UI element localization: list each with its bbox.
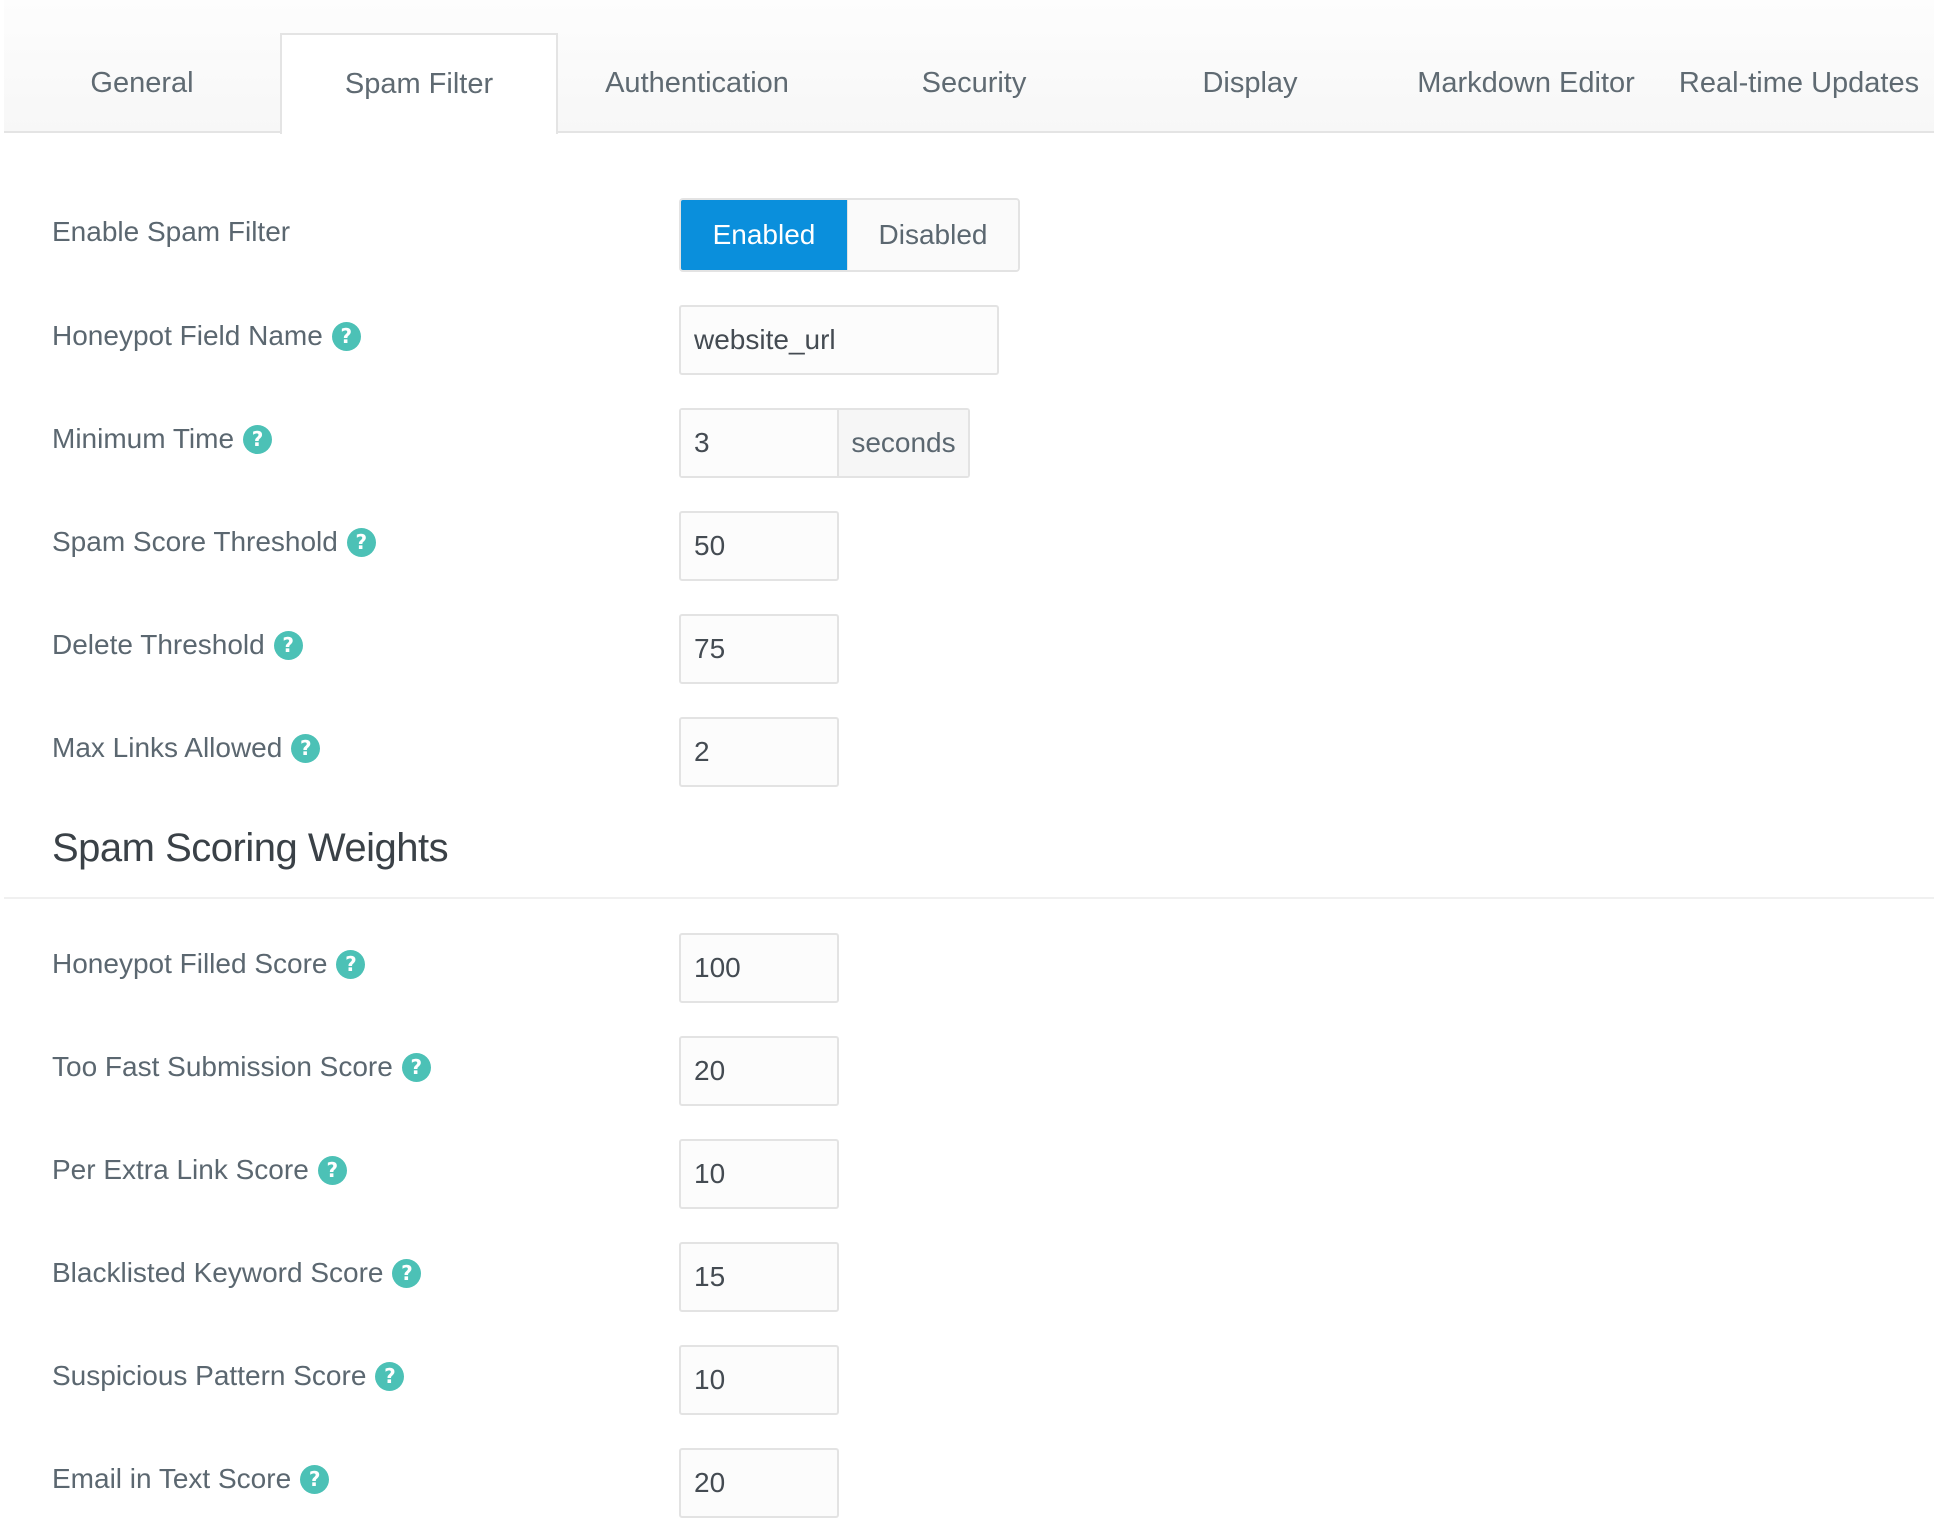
help-icon[interactable]: ? bbox=[273, 630, 303, 660]
tab-security[interactable]: Security bbox=[836, 34, 1112, 133]
tab-general[interactable]: General bbox=[4, 34, 280, 133]
extra-link-input[interactable]: 10 bbox=[679, 1139, 839, 1209]
settings-page: General Spam Filter Authentication Secur… bbox=[0, 0, 1938, 1532]
suspicious-pattern-input[interactable]: 10 bbox=[679, 1345, 839, 1415]
delete-threshold-label: Delete Threshold ? bbox=[52, 625, 303, 665]
max-links-input[interactable]: 2 bbox=[679, 717, 839, 787]
suspicious-pattern-label: Suspicious Pattern Score ? bbox=[52, 1356, 405, 1396]
extra-link-label: Per Extra Link Score ? bbox=[52, 1150, 347, 1190]
help-icon[interactable]: ? bbox=[336, 949, 366, 979]
delete-threshold-input[interactable]: 75 bbox=[679, 614, 839, 684]
honeypot-filled-input[interactable]: 100 bbox=[679, 933, 839, 1003]
spam-threshold-text: Spam Score Threshold bbox=[52, 526, 338, 557]
too-fast-label: Too Fast Submission Score ? bbox=[52, 1047, 431, 1087]
honeypot-field-label: Honeypot Field Name ? bbox=[52, 316, 361, 356]
delete-threshold-text: Delete Threshold bbox=[52, 629, 265, 660]
enable-spam-filter-text: Enable Spam Filter bbox=[52, 216, 291, 247]
max-links-label: Max Links Allowed ? bbox=[52, 728, 321, 768]
enabled-option[interactable]: Enabled bbox=[681, 200, 847, 270]
enable-spam-filter-toggle: Enabled Disabled bbox=[679, 198, 1020, 272]
section-divider bbox=[4, 897, 1934, 899]
help-icon[interactable]: ? bbox=[300, 1464, 330, 1494]
extra-link-text: Per Extra Link Score bbox=[52, 1154, 309, 1185]
help-icon[interactable]: ? bbox=[346, 527, 376, 557]
minimum-time-text: Minimum Time bbox=[52, 423, 235, 454]
tab-display[interactable]: Display bbox=[1112, 34, 1388, 133]
honeypot-filled-text: Honeypot Filled Score bbox=[52, 948, 328, 979]
email-in-text-text: Email in Text Score bbox=[52, 1463, 292, 1494]
minimum-time-input[interactable]: 3 bbox=[681, 410, 839, 476]
honeypot-field-input[interactable]: website_url bbox=[679, 305, 999, 375]
minimum-time-label: Minimum Time ? bbox=[52, 419, 273, 459]
spam-threshold-input[interactable]: 50 bbox=[679, 511, 839, 581]
honeypot-field-text: Honeypot Field Name bbox=[52, 320, 323, 351]
spam-threshold-label: Spam Score Threshold ? bbox=[52, 522, 376, 562]
enable-spam-filter-label: Enable Spam Filter bbox=[52, 212, 290, 252]
minimum-time-group: 3 seconds bbox=[679, 408, 970, 478]
disabled-option[interactable]: Disabled bbox=[847, 200, 1018, 270]
tab-real-time-updates[interactable]: Real-time Updates bbox=[1664, 34, 1934, 133]
blacklisted-keyword-text: Blacklisted Keyword Score bbox=[52, 1257, 384, 1288]
settings-tabs: General Spam Filter Authentication Secur… bbox=[4, 0, 1934, 134]
tab-spam-filter[interactable]: Spam Filter bbox=[280, 33, 558, 134]
too-fast-text: Too Fast Submission Score bbox=[52, 1051, 393, 1082]
tab-markdown-editor[interactable]: Markdown Editor bbox=[1388, 34, 1664, 133]
too-fast-input[interactable]: 20 bbox=[679, 1036, 839, 1106]
blacklisted-keyword-input[interactable]: 15 bbox=[679, 1242, 839, 1312]
max-links-text: Max Links Allowed bbox=[52, 732, 283, 763]
email-in-text-input[interactable]: 20 bbox=[679, 1448, 839, 1518]
blacklisted-keyword-label: Blacklisted Keyword Score ? bbox=[52, 1253, 422, 1293]
help-icon[interactable]: ? bbox=[243, 424, 273, 454]
honeypot-filled-label: Honeypot Filled Score ? bbox=[52, 944, 366, 984]
help-icon[interactable]: ? bbox=[392, 1258, 422, 1288]
help-icon[interactable]: ? bbox=[401, 1052, 431, 1082]
help-icon[interactable]: ? bbox=[375, 1361, 405, 1391]
tab-authentication[interactable]: Authentication bbox=[558, 34, 836, 133]
section-title-scoring-weights: Spam Scoring Weights bbox=[52, 826, 449, 870]
email-in-text-label: Email in Text Score ? bbox=[52, 1459, 330, 1499]
help-icon[interactable]: ? bbox=[331, 321, 361, 351]
help-icon[interactable]: ? bbox=[291, 733, 321, 763]
help-icon[interactable]: ? bbox=[317, 1155, 347, 1185]
suspicious-pattern-text: Suspicious Pattern Score bbox=[52, 1360, 367, 1391]
minimum-time-unit: seconds bbox=[839, 410, 968, 476]
